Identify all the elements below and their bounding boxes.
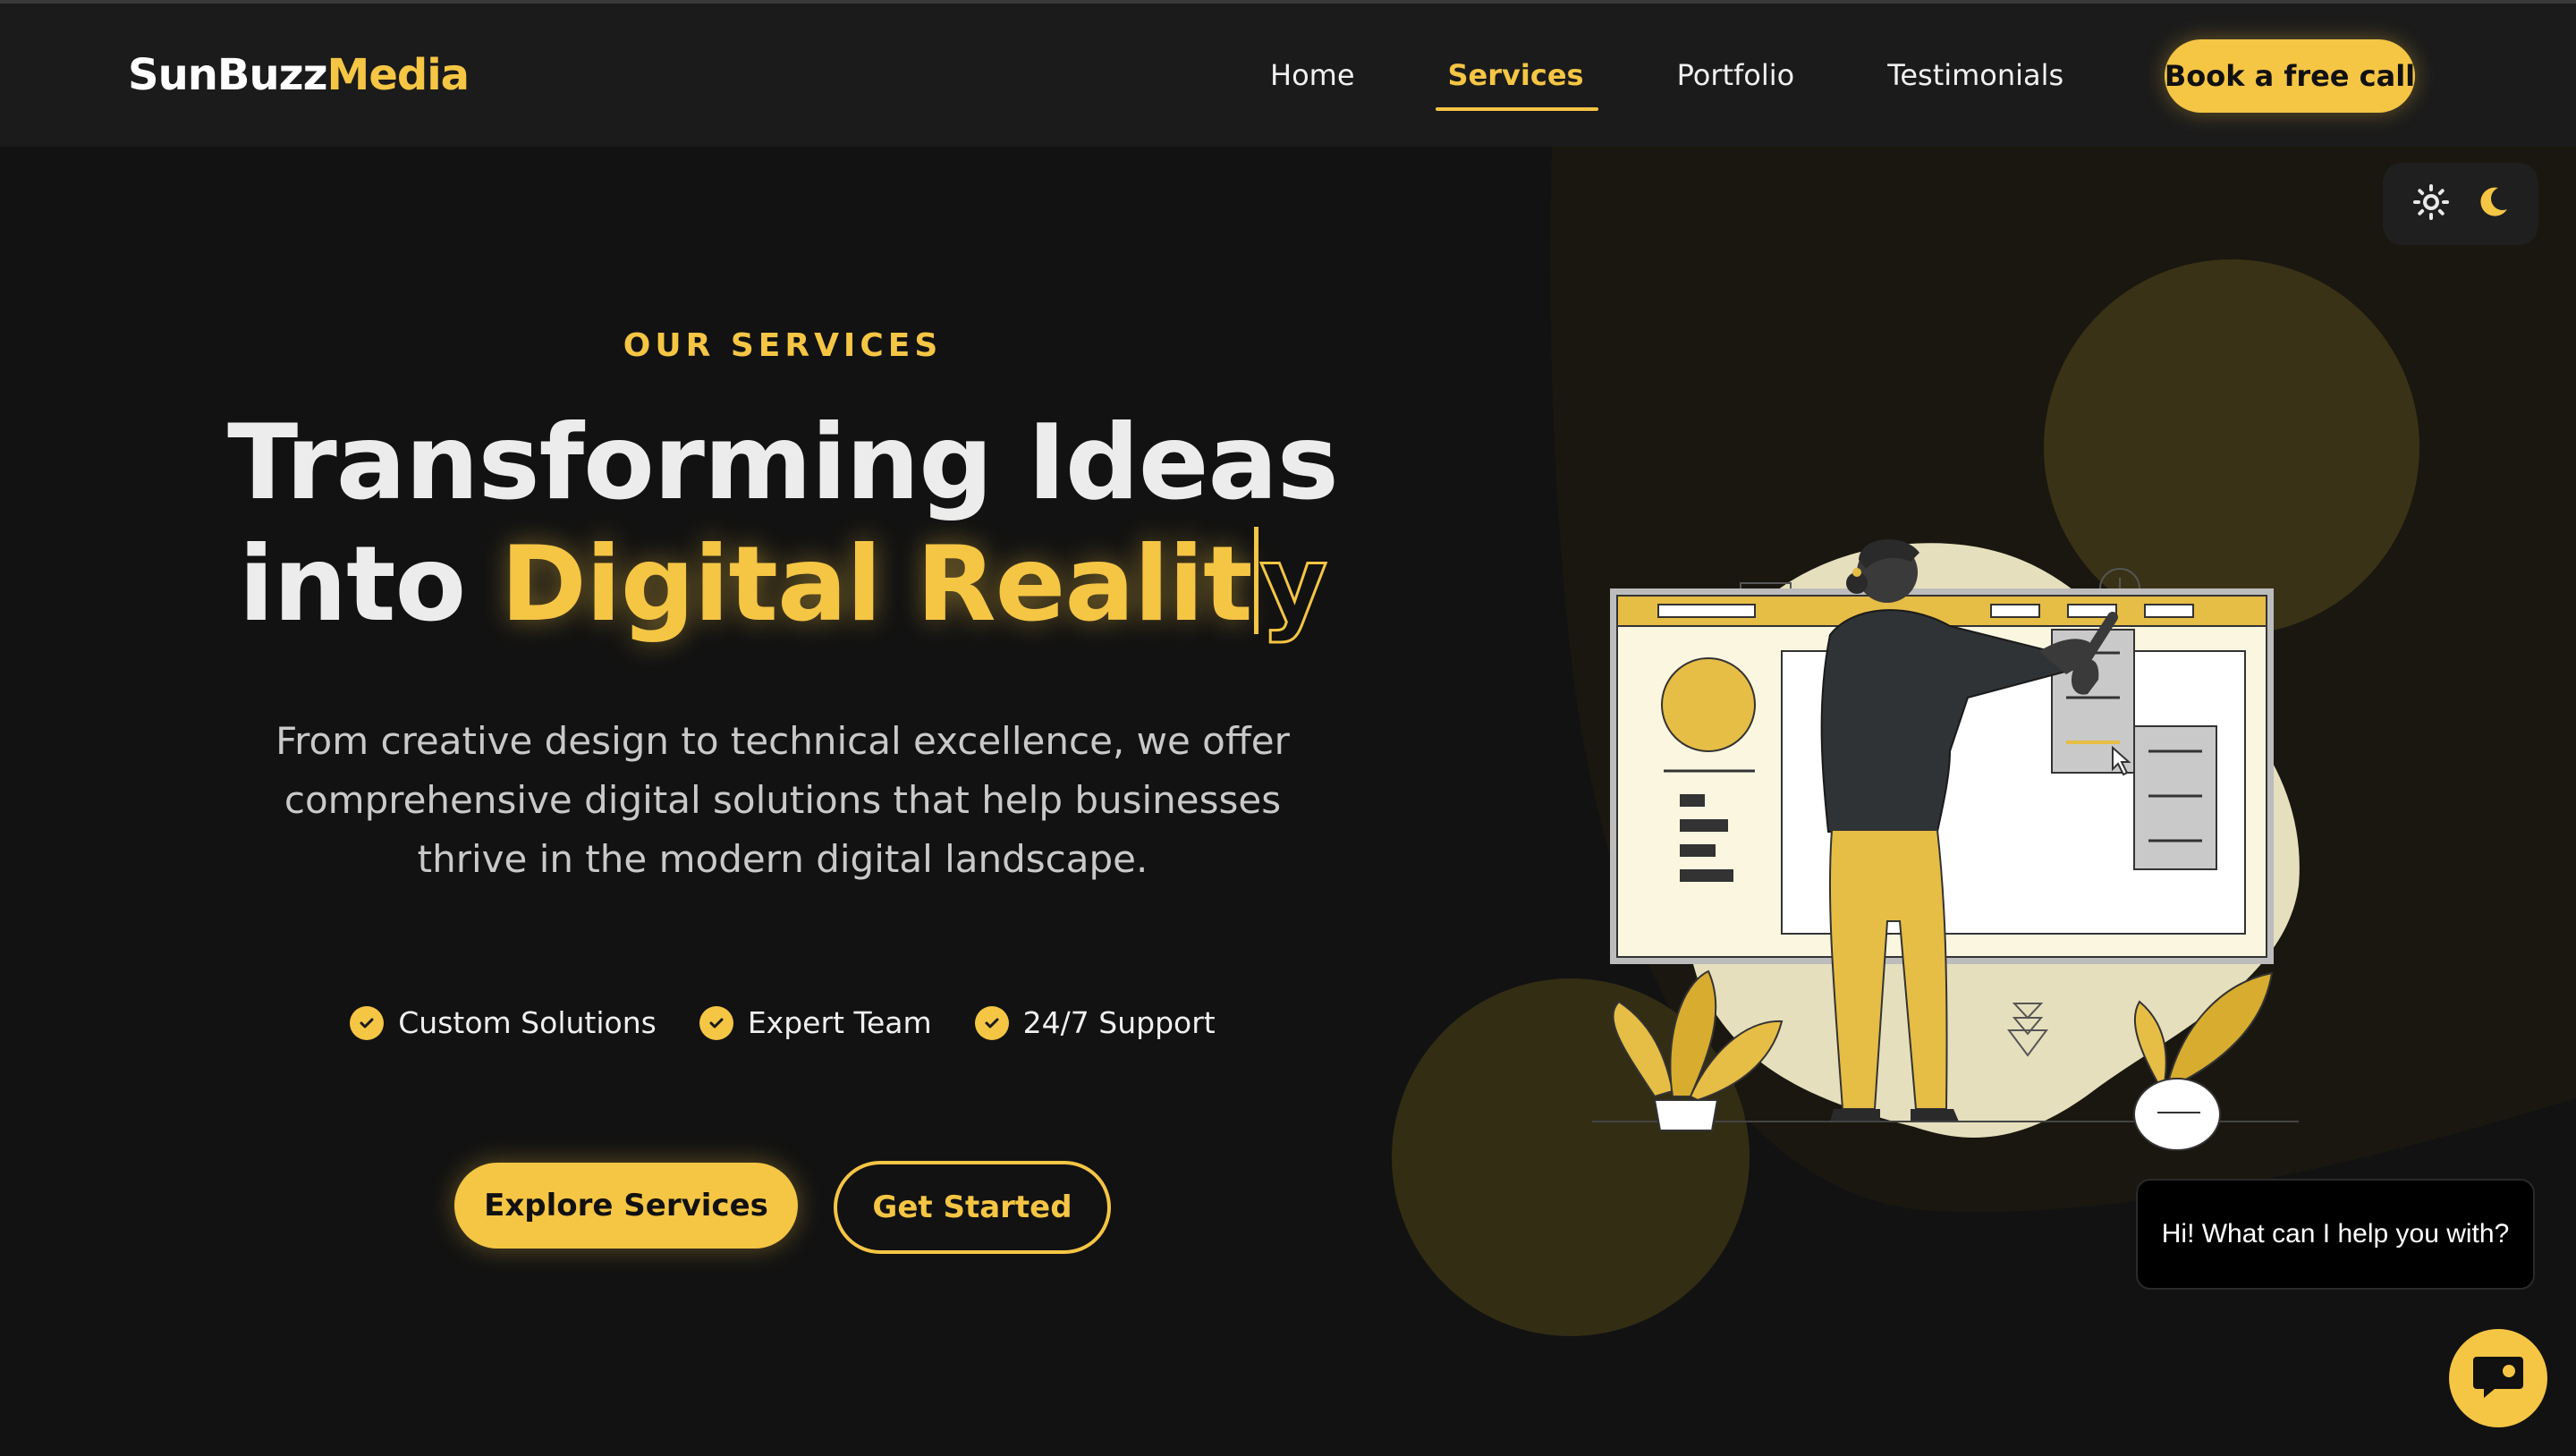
feature-item: Expert Team (699, 1005, 932, 1040)
check-icon (699, 1005, 733, 1040)
feature-item: 24/7 Support (974, 1005, 1216, 1040)
section-eyebrow: OUR SERVICES (623, 327, 943, 364)
nav-services[interactable]: Services (1435, 39, 1598, 111)
headline-into: into (238, 524, 466, 645)
headline-typing-char: y (1258, 523, 1329, 647)
logo-text-accent: Media (326, 50, 470, 100)
theme-toggle (2383, 163, 2538, 245)
feature-label: Expert Team (747, 1005, 932, 1040)
chat-greeting[interactable]: Hi! What can I help you with? (2136, 1179, 2535, 1290)
check-icon (974, 1005, 1009, 1040)
chat-launcher-button[interactable] (2449, 1329, 2547, 1427)
headline-line1: Transforming Ideas (227, 402, 1339, 523)
typing-cursor (1253, 527, 1258, 634)
feature-item: Custom Solutions (350, 1005, 657, 1040)
chat-icon (2471, 1351, 2525, 1405)
sun-icon[interactable] (2411, 182, 2451, 225)
feature-list: Custom Solutions Expert Team 24/7 Suppor… (0, 1005, 1565, 1040)
headline-highlight: Digital Realit (500, 524, 1253, 645)
moon-icon[interactable] (2475, 184, 2511, 224)
get-started-button[interactable]: Get Started (834, 1161, 1111, 1254)
site-header: SunBuzzMedia Home Services Portfolio Tes… (0, 4, 2576, 147)
hero-illustration (1592, 539, 2300, 1151)
nav-home[interactable]: Home (1270, 39, 1355, 111)
hero-description: From creative design to technical excell… (275, 719, 1290, 881)
logo-text-primary: SunBuzz (128, 50, 328, 100)
nav-testimonials[interactable]: Testimonials (1887, 39, 2063, 111)
feature-label: 24/7 Support (1022, 1005, 1216, 1040)
main-nav: Home Services Portfolio Testimonials (1270, 39, 2157, 111)
logo[interactable]: SunBuzzMedia (128, 50, 470, 100)
nav-portfolio[interactable]: Portfolio (1677, 39, 1795, 111)
feature-label: Custom Solutions (398, 1005, 657, 1040)
check-icon (350, 1005, 385, 1040)
book-call-button[interactable]: Book a free call (2165, 39, 2415, 113)
explore-services-button[interactable]: Explore Services (454, 1163, 798, 1249)
hero-headline: Transforming Ideas into Digital Reality (0, 402, 1565, 647)
